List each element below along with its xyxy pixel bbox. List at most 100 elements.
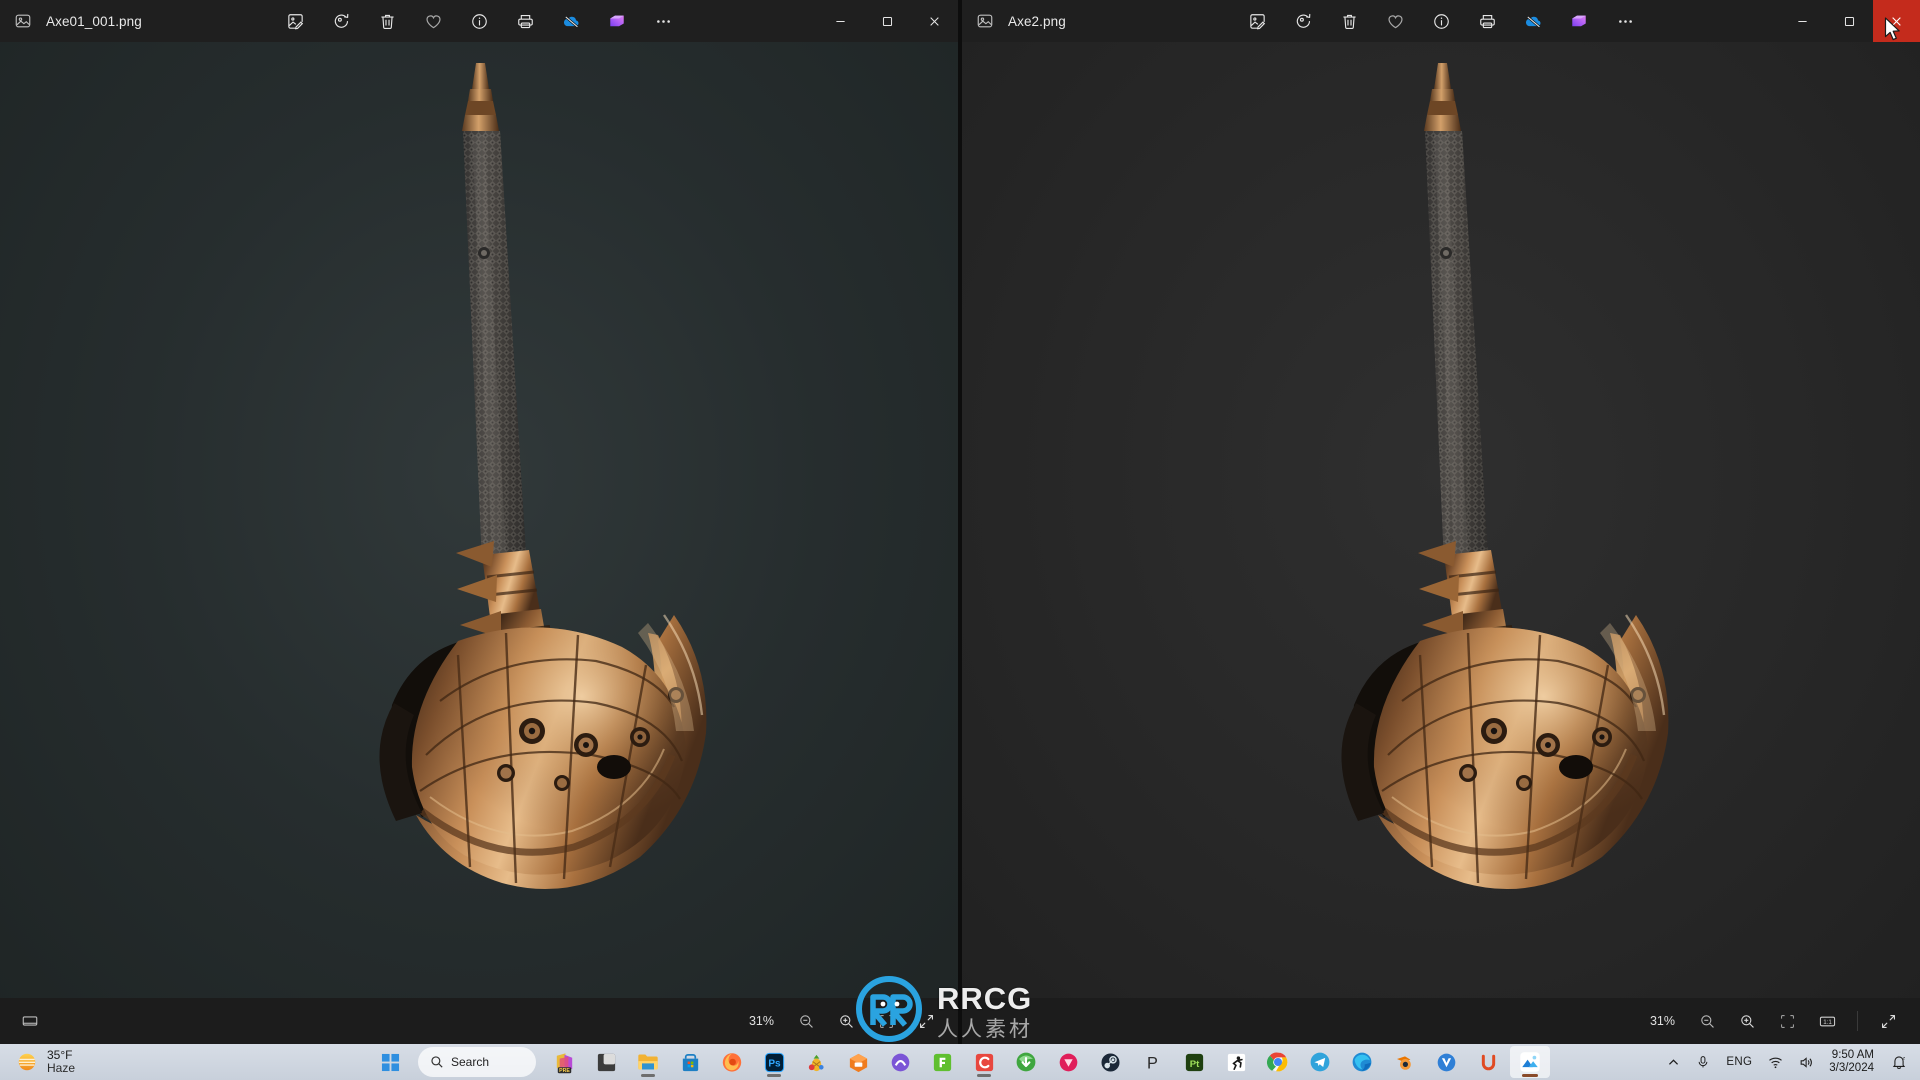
dark-app-icon [597,1053,615,1071]
notification-bell-icon[interactable]: z [1884,1046,1914,1078]
taskbar-photos[interactable] [1510,1046,1550,1078]
print-icon[interactable] [1467,4,1507,38]
search-placeholder: Search [451,1055,490,1069]
favorite-heart-icon[interactable] [413,4,453,38]
onedrive-off-icon[interactable] [551,4,591,38]
runner-app-icon [1227,1053,1245,1071]
taskbar-green-app[interactable] [922,1046,962,1078]
v-app-icon [1437,1053,1455,1071]
rotate-icon[interactable] [1283,4,1323,38]
onedrive-off-icon[interactable] [1513,4,1553,38]
more-options-icon[interactable] [1605,4,1645,38]
clock[interactable]: 9:50 AM 3/3/2024 [1823,1049,1882,1075]
filmstrip-button[interactable] [12,1005,48,1037]
info-icon[interactable] [459,4,499,38]
edit-image-icon[interactable] [275,4,315,38]
zoom-in-button[interactable] [828,1005,864,1037]
taskbar-p-app[interactable]: P [1132,1046,1172,1078]
taskbar-pink-app[interactable] [1048,1046,1088,1078]
delete-icon[interactable] [1329,4,1369,38]
taskbar-pineapple[interactable] [796,1046,836,1078]
maximize-button[interactable] [864,0,911,42]
taskbar-steam[interactable] [1090,1046,1130,1078]
pink-app-icon [1059,1053,1077,1071]
taskbar-file-explorer[interactable] [628,1046,668,1078]
designer-icon[interactable] [597,4,637,38]
titlebar-left: Axe01_001.png [0,0,958,42]
microsoft-store-icon [682,1053,698,1071]
microphone-icon[interactable] [1689,1046,1717,1078]
statusbar-right: 31% 1:1 [962,998,1920,1044]
designer-icon[interactable] [1559,4,1599,38]
more-options-icon[interactable] [643,4,683,38]
fullscreen-button[interactable] [1870,1005,1906,1037]
fit-to-window-button[interactable] [868,1005,904,1037]
taskbar-orange-box[interactable] [838,1046,878,1078]
idm-icon [1016,1052,1036,1072]
wifi-icon[interactable] [1761,1046,1790,1078]
zoom-controls-left: 31% [739,1005,944,1037]
start-button[interactable] [370,1046,410,1078]
close-button[interactable] [911,0,958,42]
green-app-icon [933,1053,951,1071]
orange-box-icon [849,1053,867,1072]
svg-text:z: z [1903,1057,1906,1062]
fit-to-window-button[interactable] [1769,1005,1805,1037]
pineapple-icon [808,1054,824,1071]
actual-size-button[interactable]: 1:1 [1809,1005,1845,1037]
taskbar-purple-circle[interactable] [880,1046,920,1078]
system-tray: ENG 9:50 AM 3/3/2024 z [1660,1046,1914,1078]
titlebar-right: Axe2.png [962,0,1920,42]
minimize-button[interactable] [1779,0,1826,42]
taskbar-v-app[interactable] [1426,1046,1466,1078]
info-icon[interactable] [1421,4,1461,38]
taskbar-telegram[interactable] [1300,1046,1340,1078]
image-canvas-right[interactable] [962,42,1920,998]
fullscreen-button[interactable] [908,1005,944,1037]
zoom-level-label-right: 31% [1649,1014,1675,1028]
show-hidden-icons[interactable] [1660,1046,1687,1078]
taskbar-blender[interactable] [1384,1046,1424,1078]
search-input[interactable]: Search [418,1047,536,1077]
file-name-label-right: Axe2.png [1008,13,1066,29]
edit-image-icon[interactable] [1237,4,1277,38]
status-separator [1857,1011,1858,1031]
axe-image-right [1341,63,1669,890]
zoom-out-button[interactable] [1689,1005,1725,1037]
zoom-level-label-left: 31% [748,1014,774,1028]
u-app-icon [1481,1054,1495,1070]
image-canvas-left[interactable] [0,42,958,998]
svg-text:PRE: PRE [559,1068,570,1074]
close-button[interactable] [1873,0,1920,42]
taskbar-runner-app[interactable] [1216,1046,1256,1078]
taskbar-idm[interactable] [1006,1046,1046,1078]
favorite-heart-icon[interactable] [1375,4,1415,38]
taskbar-copilot-pre[interactable]: PRE [544,1046,584,1078]
volume-icon[interactable] [1792,1046,1821,1078]
language-indicator[interactable]: ENG [1719,1046,1759,1078]
purple-circle-icon [891,1053,909,1071]
pt-app-icon: Pt [1185,1053,1203,1071]
taskbar-edge[interactable] [1342,1046,1382,1078]
maximize-button[interactable] [1826,0,1873,42]
taskbar-firefox[interactable] [712,1046,752,1078]
taskbar-chrome[interactable] [1258,1046,1298,1078]
taskbar-u-app[interactable] [1468,1046,1508,1078]
zoom-in-button[interactable] [1729,1005,1765,1037]
taskbar-red-app[interactable] [964,1046,1004,1078]
weather-condition: Haze [47,1061,76,1075]
taskbar-photoshop[interactable]: Ps [754,1046,794,1078]
rotate-icon[interactable] [321,4,361,38]
weather-temperature: 35°F [47,1047,73,1062]
p-app-icon: P [1147,1054,1158,1072]
taskbar-microsoft-store[interactable] [670,1046,710,1078]
taskbar-weather-widget[interactable]: 35°F Haze [16,1047,166,1076]
print-icon[interactable] [505,4,545,38]
zoom-out-button[interactable] [788,1005,824,1037]
minimize-button[interactable] [817,0,864,42]
language-label: ENG [1726,1056,1753,1068]
toolbar-left [275,4,683,38]
taskbar-app-dark[interactable] [586,1046,626,1078]
delete-icon[interactable] [367,4,407,38]
taskbar-pt-app[interactable]: Pt [1174,1046,1214,1078]
